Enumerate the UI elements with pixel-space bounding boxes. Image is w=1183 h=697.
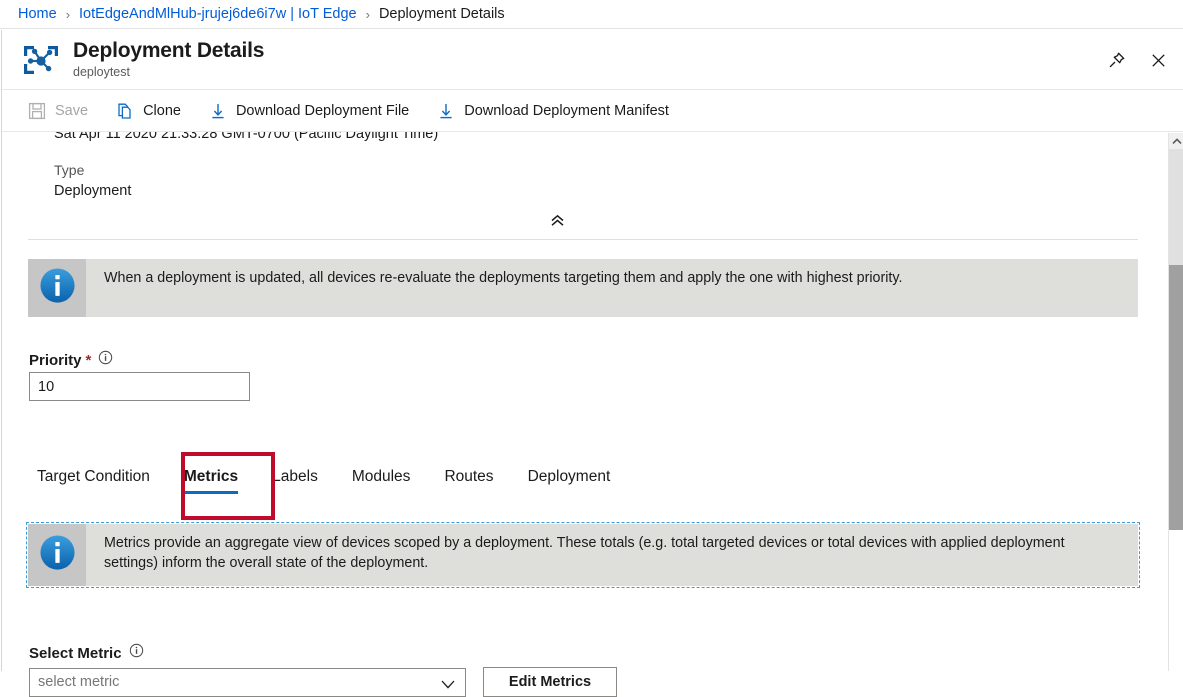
- download-icon: [437, 102, 455, 120]
- type-field-value: Deployment: [54, 180, 131, 202]
- breadcrumb: Home › IotEdgeAndMlHub-jrujej6de6i7w | I…: [0, 0, 1183, 29]
- info-banner-icon-wrap: [28, 524, 86, 586]
- section-divider: [28, 239, 1138, 240]
- save-icon: [28, 102, 46, 120]
- clone-button[interactable]: Clone: [116, 95, 193, 127]
- tab-modules-label: Modules: [352, 468, 411, 485]
- tab-routes-label: Routes: [444, 468, 493, 485]
- select-metric-label-row: Select Metric: [29, 643, 144, 663]
- type-field-label: Type: [54, 160, 131, 180]
- download-deployment-manifest-label: Download Deployment Manifest: [464, 103, 669, 119]
- priority-label: Priority: [29, 352, 82, 369]
- breadcrumb-item-current: Deployment Details: [379, 6, 505, 22]
- select-metric-dropdown[interactable]: select metric: [29, 668, 466, 697]
- tab-metrics-label: Metrics: [184, 468, 238, 485]
- scrollbar-track-lower[interactable]: [1169, 530, 1183, 671]
- tab-target-condition[interactable]: Target Condition: [29, 462, 167, 498]
- download-deployment-file-button[interactable]: Download Deployment File: [209, 95, 421, 127]
- edit-metrics-button[interactable]: Edit Metrics: [483, 667, 617, 697]
- priority-input[interactable]: [29, 372, 250, 401]
- page-title: Deployment Details: [73, 39, 264, 63]
- info-banner-metrics-text: Metrics provide an aggregate view of dev…: [86, 524, 1138, 586]
- breadcrumb-item-iot-hub[interactable]: IotEdgeAndMlHub-jrujej6de6i7w | IoT Edge: [79, 6, 357, 22]
- tab-routes[interactable]: Routes: [427, 462, 510, 498]
- info-circle-icon[interactable]: [98, 350, 113, 370]
- scrollbar-thumb[interactable]: [1169, 265, 1183, 530]
- info-icon: [38, 266, 77, 310]
- clone-icon: [116, 102, 134, 120]
- iot-edge-icon: [21, 40, 61, 80]
- info-icon: [38, 533, 77, 577]
- select-metric-dropdown-value: select metric: [38, 674, 119, 690]
- deployment-details-blade: Deployment Details deploytest: [1, 30, 1183, 671]
- scrollbar-track-upper[interactable]: [1169, 149, 1183, 265]
- tab-target-condition-label: Target Condition: [37, 468, 150, 485]
- blade-header-actions: [1101, 30, 1173, 90]
- close-icon[interactable]: [1143, 45, 1173, 75]
- pin-icon[interactable]: [1101, 45, 1131, 75]
- command-bar: Save Clone Download: [2, 90, 1183, 132]
- tab-active-underline: [184, 491, 238, 494]
- info-circle-icon[interactable]: [129, 643, 144, 663]
- breadcrumb-item-home[interactable]: Home: [18, 6, 57, 22]
- blade-header: Deployment Details deploytest: [2, 30, 1183, 90]
- download-icon: [209, 102, 227, 120]
- info-banner-icon-wrap: [28, 259, 86, 317]
- blade-header-text: Deployment Details deploytest: [73, 39, 264, 80]
- select-metric-label: Select Metric: [29, 645, 122, 662]
- select-metric-row: select metric Edit Metrics: [29, 667, 617, 697]
- tab-labels[interactable]: Labels: [255, 462, 335, 498]
- save-button-label: Save: [55, 103, 88, 119]
- download-deployment-manifest-button[interactable]: Download Deployment Manifest: [437, 95, 681, 127]
- breadcrumb-separator: ›: [366, 7, 370, 22]
- info-banner-priority: When a deployment is updated, all device…: [28, 259, 1138, 317]
- tab-modules[interactable]: Modules: [335, 462, 428, 498]
- blade-content: Sat Apr 11 2020 21:33:28 GMT-0700 (Pacif…: [2, 132, 1183, 629]
- info-banner-metrics: Metrics provide an aggregate view of dev…: [28, 524, 1138, 586]
- chevron-down-icon: [440, 678, 456, 694]
- collapse-row: [2, 210, 1112, 232]
- save-button: Save: [28, 95, 100, 127]
- vertical-scrollbar[interactable]: [1168, 133, 1183, 671]
- download-deployment-file-label: Download Deployment File: [236, 103, 409, 119]
- breadcrumb-separator: ›: [66, 7, 70, 22]
- priority-required-marker: *: [86, 352, 92, 369]
- info-banner-priority-text: When a deployment is updated, all device…: [86, 259, 918, 317]
- deployment-timestamp: Sat Apr 11 2020 21:33:28 GMT-0700 (Pacif…: [54, 132, 438, 142]
- tab-labels-label: Labels: [272, 468, 318, 485]
- double-chevron-up-icon[interactable]: [540, 210, 574, 232]
- tab-deployment[interactable]: Deployment: [511, 462, 628, 498]
- tab-metrics[interactable]: Metrics: [167, 462, 255, 498]
- clone-button-label: Clone: [143, 103, 181, 119]
- tab-list: Target Condition Metrics Labels Modules …: [29, 462, 627, 498]
- type-field: Type Deployment: [54, 160, 131, 202]
- scroll-up-button[interactable]: [1169, 133, 1183, 149]
- page-subtitle: deploytest: [73, 64, 264, 80]
- tab-deployment-label: Deployment: [528, 468, 611, 485]
- priority-label-row: Priority *: [29, 350, 113, 370]
